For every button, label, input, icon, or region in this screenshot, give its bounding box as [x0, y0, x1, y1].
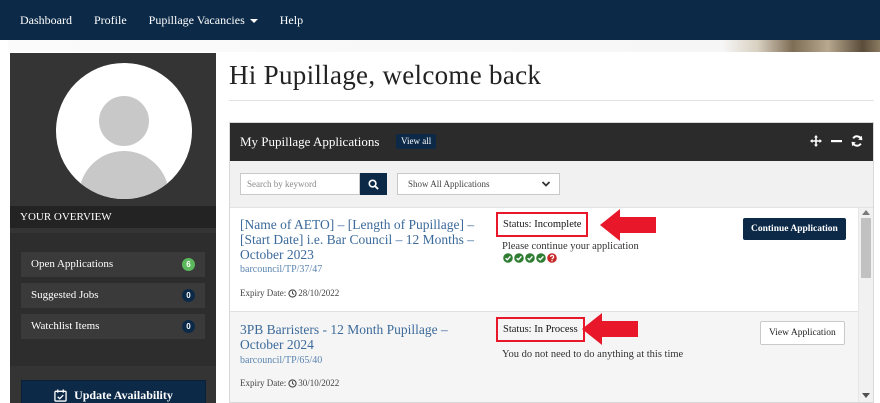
overview-title: YOUR OVERVIEW: [10, 206, 216, 228]
nav-profile[interactable]: Profile: [94, 13, 127, 28]
application-reference: barcouncil/TP/65/40: [240, 355, 323, 366]
applications-panel-header: My Pupillage Applications View all: [230, 123, 873, 161]
overview-item-open-applications[interactable]: Open Applications 6: [21, 252, 205, 277]
count-badge: 0: [182, 320, 195, 333]
expiry-value: 28/10/2022: [298, 288, 340, 298]
status-message: You do not need to do anything at this t…: [502, 349, 684, 360]
annotation-arrow-icon: [600, 209, 656, 241]
panel-tools: [801, 135, 863, 147]
title-divider: [229, 100, 874, 101]
header-banner-image: [8, 40, 880, 52]
overview-item-label: Watchlist Items: [31, 320, 100, 332]
nav-help-label: Help: [279, 12, 304, 27]
continue-application-button[interactable]: Continue Application: [743, 218, 846, 240]
nav-profile-label: Profile: [93, 12, 127, 27]
chevron-down-icon: [541, 181, 551, 187]
applications-scrollbar[interactable]: [858, 208, 873, 402]
applications-panel: My Pupillage Applications View all Show …: [229, 122, 874, 403]
question-circle-icon: [547, 253, 557, 263]
check-circle-icon: [525, 253, 535, 263]
move-icon[interactable]: [810, 135, 822, 147]
application-row: 3PB Barristers - 12 Month Pupillage – Oc…: [230, 312, 858, 402]
count-badge: 0: [182, 289, 195, 302]
update-availability-button[interactable]: Update Availability: [21, 380, 206, 403]
page-title: Hi Pupillage, welcome back: [229, 60, 542, 90]
status-badge: Status: In Process: [496, 317, 585, 342]
status-label: Status:: [503, 324, 532, 335]
view-application-button[interactable]: View Application: [760, 321, 845, 345]
minimize-icon[interactable]: [831, 135, 842, 147]
expiry-label: Expiry Date:: [240, 378, 287, 388]
avatar-body-shape: [79, 151, 169, 199]
calendar-check-icon: [54, 388, 67, 402]
expiry-label: Expiry Date:: [240, 288, 287, 298]
update-availability-label: Update Availability: [74, 387, 173, 402]
expiry-date: Expiry Date: 28/10/2022: [240, 288, 339, 298]
count-badge: 6: [182, 258, 195, 271]
application-steps: [503, 253, 558, 263]
avatar[interactable]: [56, 63, 192, 199]
check-circle-icon: [503, 253, 513, 263]
overview-item-watchlist-items[interactable]: Watchlist Items 0: [21, 314, 205, 339]
status-value: In Process: [534, 324, 578, 335]
search-icon: [368, 178, 379, 190]
overview-item-label: Open Applications: [31, 258, 114, 270]
application-title-link[interactable]: 3PB Barristers - 12 Month Pupillage – Oc…: [240, 322, 490, 352]
status-value: Incomplete: [534, 219, 582, 230]
applications-panel-title: My Pupillage Applications: [240, 134, 380, 149]
overview-item-suggested-jobs[interactable]: Suggested Jobs 0: [21, 283, 205, 308]
top-navigation-bar: Dashboard Profile Pupillage Vacancies He…: [0, 0, 880, 40]
filter-bar: Show All Applications: [230, 161, 873, 208]
application-filter-select[interactable]: Show All Applications: [397, 173, 560, 195]
view-all-button[interactable]: View all: [396, 134, 437, 149]
overview-item-label: Suggested Jobs: [31, 289, 99, 301]
nav-help[interactable]: Help: [280, 13, 303, 28]
scroll-down-icon[interactable]: [862, 393, 870, 398]
nav-dashboard-label: Dashboard: [20, 12, 72, 27]
search-button[interactable]: [360, 173, 387, 195]
clock-icon: [288, 378, 297, 388]
check-circle-icon: [514, 253, 524, 263]
application-reference: barcouncil/TP/37/47: [240, 264, 323, 275]
application-title-link[interactable]: [Name of AETO] – [Length of Pupillage] –…: [240, 217, 485, 262]
refresh-icon[interactable]: [851, 135, 863, 147]
annotation-arrow-icon: [582, 313, 638, 345]
clock-icon: [288, 288, 297, 298]
scroll-up-icon[interactable]: [862, 210, 870, 215]
status-badge: Status: Incomplete: [496, 212, 589, 237]
scroll-thumb[interactable]: [861, 218, 871, 278]
status-message: Please continue your application: [502, 241, 639, 252]
expiry-value: 30/10/2022: [298, 378, 340, 388]
search-input[interactable]: [240, 173, 360, 195]
caret-down-icon: [249, 19, 258, 23]
avatar-head-shape: [99, 96, 149, 146]
nav-pupillage-vacancies[interactable]: Pupillage Vacancies: [149, 13, 258, 28]
application-row: [Name of AETO] – [Length of Pupillage] –…: [230, 209, 858, 311]
profile-sidebar: YOUR OVERVIEW Open Applications 6 Sugges…: [10, 53, 216, 403]
overview-list: Open Applications 6 Suggested Jobs 0 Wat…: [10, 233, 216, 366]
nav-dashboard[interactable]: Dashboard: [20, 13, 72, 28]
nav-pupillage-vacancies-label: Pupillage Vacancies: [148, 12, 245, 27]
expiry-date: Expiry Date: 30/10/2022: [240, 378, 339, 388]
filter-selected-label: Show All Applications: [408, 179, 490, 189]
check-circle-icon: [536, 253, 546, 263]
status-label: Status:: [503, 219, 532, 230]
